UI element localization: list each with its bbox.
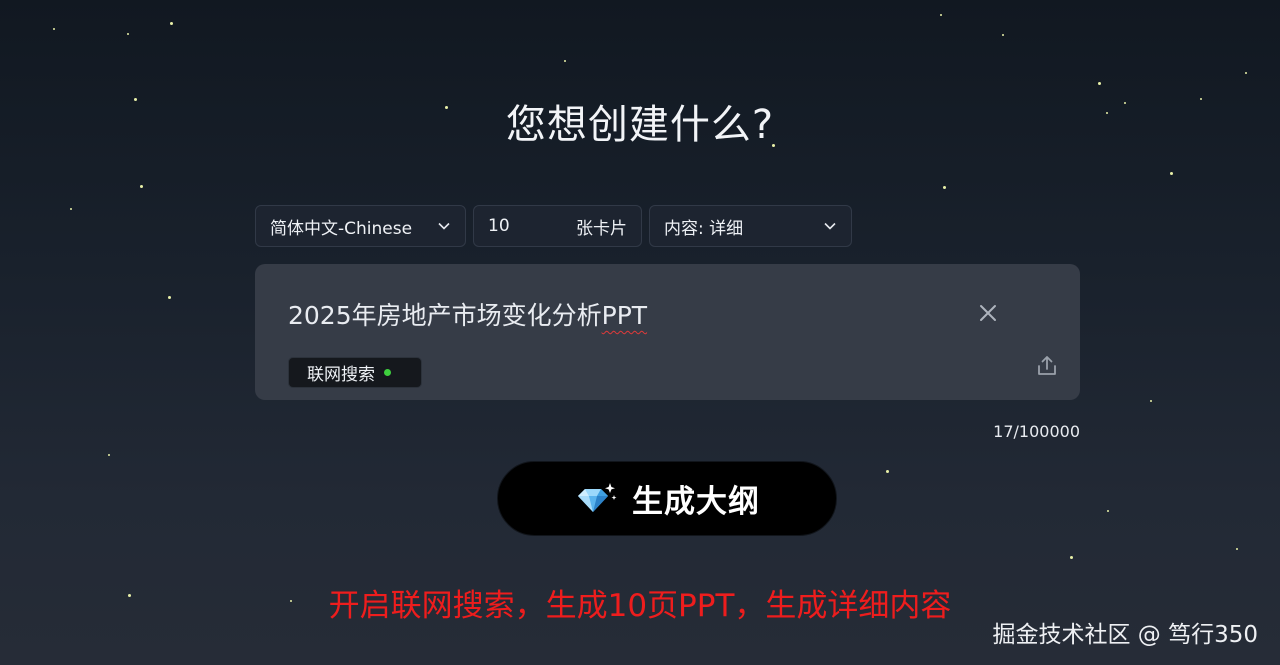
prompt-text-main: 2025年房地产市场变化分析 [288, 301, 602, 330]
prompt-input-area[interactable]: 2025年房地产市场变化分析PPT 联网搜索 [255, 264, 1080, 400]
web-search-label: 联网搜索 [307, 365, 375, 385]
close-icon [980, 305, 996, 321]
prompt-text[interactable]: 2025年房地产市场变化分析PPT [288, 296, 647, 332]
language-select[interactable]: 简体中文-Chinese [255, 205, 466, 247]
card-count-field[interactable]: 张卡片 [473, 205, 642, 247]
chevron-down-icon [824, 222, 836, 230]
card-count-input[interactable] [488, 216, 548, 236]
character-counter: 17/100000 [993, 422, 1080, 441]
detail-level-select[interactable]: 内容: 详细 [649, 205, 852, 247]
generate-outline-button[interactable]: 生成大纲 [497, 461, 837, 536]
language-select-value: 简体中文-Chinese [270, 218, 413, 239]
prompt-text-flagged: PPT [601, 301, 648, 330]
web-search-status-dot [384, 369, 391, 376]
diamond-sparkle-icon [578, 482, 617, 512]
card-count-unit: 张卡片 [576, 218, 627, 239]
page-title: 您想创建什么? [505, 102, 775, 148]
web-search-toggle[interactable]: 联网搜索 [288, 357, 422, 388]
generate-outline-label: 生成大纲 [632, 484, 760, 520]
detail-level-value: 内容: 详细 [664, 218, 744, 239]
upload-icon[interactable] [1035, 354, 1059, 378]
chevron-down-icon [438, 222, 450, 230]
clear-prompt-button[interactable] [975, 300, 1001, 326]
watermark: 掘金技术社区 @ 笃行350 [992, 622, 1258, 648]
